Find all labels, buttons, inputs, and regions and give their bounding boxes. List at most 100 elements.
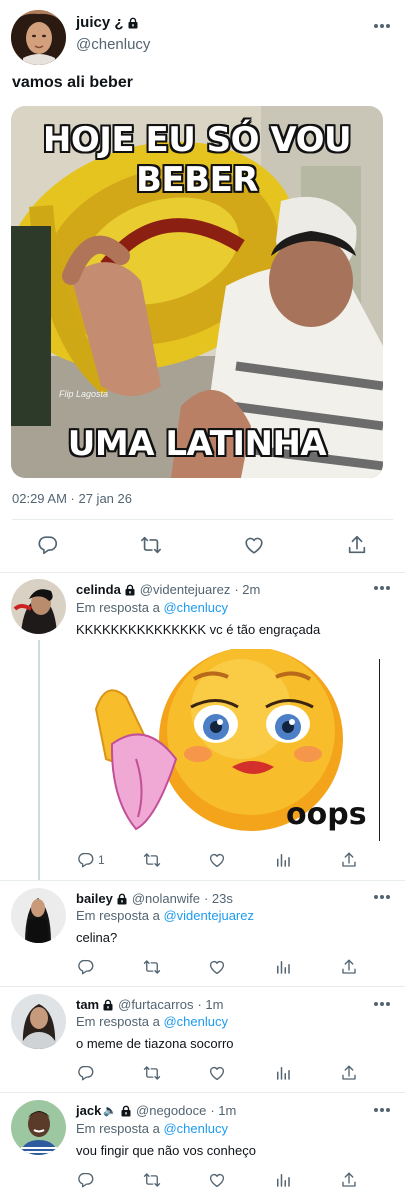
reply-image-caption: oops [286, 797, 367, 832]
like-icon [208, 1171, 226, 1189]
handle[interactable]: @furtacarros [118, 997, 193, 1012]
reply-context-prefix: Em resposta a [76, 600, 160, 615]
reply-context-prefix: Em resposta a [76, 1121, 160, 1136]
share-button[interactable] [346, 534, 368, 556]
analytics-icon [274, 1064, 292, 1082]
like-button[interactable] [208, 851, 226, 869]
retweet-button[interactable] [143, 1171, 161, 1189]
handle[interactable]: @videntejuarez [140, 582, 231, 597]
meme-caption-top: HOJE EU SÓ VOU BEBER [42, 120, 352, 200]
handle[interactable]: @chenlucy [76, 36, 150, 53]
tweet-timestamp[interactable]: 02:29 AM · 27 jan 26 [12, 491, 132, 506]
more-options-icon[interactable] [374, 23, 392, 29]
reply-button[interactable] [77, 1064, 95, 1082]
more-options-icon[interactable] [374, 585, 392, 591]
share-button[interactable] [340, 851, 358, 869]
reply-text: vou fingir que não vos conheço [76, 1143, 256, 1158]
retweet-icon [143, 1064, 161, 1082]
reply-text: celina? [76, 930, 118, 945]
retweet-button[interactable] [143, 851, 161, 869]
reply-count: 1 [98, 853, 105, 867]
reply-context: Em resposta a @chenlucy [76, 1121, 228, 1136]
handle[interactable]: @nolanwife [132, 891, 200, 906]
reply-button[interactable]: 1 [77, 851, 105, 869]
reply-time[interactable]: · 2m [234, 582, 260, 597]
lock-icon [127, 17, 139, 29]
tweet-image[interactable]: HOJE EU SÓ VOU BEBER Flip Lagosta UMA LA… [11, 106, 383, 478]
share-button[interactable] [340, 1171, 358, 1189]
retweet-button[interactable] [143, 958, 161, 976]
avatar[interactable] [11, 888, 66, 943]
lock-icon [102, 999, 114, 1011]
more-options-icon[interactable] [374, 1107, 392, 1113]
reply-time[interactable]: · 1m [210, 1103, 236, 1118]
analytics-button[interactable] [274, 958, 292, 976]
avatar[interactable] [11, 579, 66, 634]
like-icon [208, 1064, 226, 1082]
reply-text: o meme de tiazona socorro [76, 1036, 234, 1051]
lock-icon [116, 893, 128, 905]
retweet-icon [143, 958, 161, 976]
reply-time[interactable]: · 1m [197, 997, 223, 1012]
display-name[interactable]: celinda [76, 582, 121, 597]
thread-line [38, 640, 40, 880]
display-name[interactable]: bailey [76, 891, 113, 906]
reply-button[interactable] [37, 534, 59, 556]
like-button[interactable] [208, 1064, 226, 1082]
like-button[interactable] [208, 958, 226, 976]
reply-mention[interactable]: @chenlucy [163, 1014, 228, 1029]
analytics-icon [274, 1171, 292, 1189]
reply-image[interactable]: oops [76, 649, 380, 841]
reply-icon [77, 851, 95, 869]
retweet-button[interactable] [143, 1064, 161, 1082]
analytics-button[interactable] [274, 1064, 292, 1082]
reply-icon [77, 1064, 95, 1082]
display-name[interactable]: tam [76, 997, 99, 1012]
share-icon [346, 534, 368, 556]
speaker-emoji-icon: 🔈 [103, 1105, 118, 1117]
analytics-button[interactable] [274, 851, 292, 869]
like-icon [243, 534, 265, 556]
analytics-icon [274, 958, 292, 976]
share-icon [340, 1064, 358, 1082]
reply-context: Em resposta a @videntejuarez [76, 908, 254, 923]
avatar[interactable] [11, 1100, 66, 1155]
like-icon [208, 851, 226, 869]
divider [12, 519, 393, 520]
share-button[interactable] [340, 1064, 358, 1082]
reply-icon [77, 958, 95, 976]
avatar[interactable] [11, 994, 66, 1049]
reply-icon [37, 534, 59, 556]
meme-caption-bottom: UMA LATINHA [67, 424, 327, 464]
reply-button[interactable] [77, 1171, 95, 1189]
avatar[interactable] [11, 10, 66, 65]
more-options-icon[interactable] [374, 1001, 392, 1007]
reply-time[interactable]: · 23s [204, 891, 233, 906]
like-button[interactable] [208, 1171, 226, 1189]
share-icon [340, 1171, 358, 1189]
reply-context-prefix: Em resposta a [76, 908, 160, 923]
display-name[interactable]: juicy ¿ [76, 14, 124, 31]
lock-icon [124, 584, 136, 596]
meme-watermark: Flip Lagosta [59, 389, 109, 399]
more-options-icon[interactable] [374, 894, 392, 900]
handle[interactable]: @negodoce [136, 1103, 206, 1118]
retweet-icon [140, 534, 162, 556]
analytics-button[interactable] [274, 1171, 292, 1189]
divider [0, 880, 405, 881]
share-icon [340, 851, 358, 869]
display-name[interactable]: jack [76, 1103, 101, 1118]
retweet-button[interactable] [140, 534, 162, 556]
share-button[interactable] [340, 958, 358, 976]
reply-context-prefix: Em resposta a [76, 1014, 160, 1029]
like-button[interactable] [243, 534, 265, 556]
reply-mention[interactable]: @chenlucy [163, 1121, 228, 1136]
reply-button[interactable] [77, 958, 95, 976]
reply-mention[interactable]: @chenlucy [163, 600, 228, 615]
reply-icon [77, 1171, 95, 1189]
divider [0, 986, 405, 987]
retweet-icon [143, 851, 161, 869]
share-icon [340, 958, 358, 976]
reply-mention[interactable]: @videntejuarez [163, 908, 254, 923]
analytics-icon [274, 851, 292, 869]
